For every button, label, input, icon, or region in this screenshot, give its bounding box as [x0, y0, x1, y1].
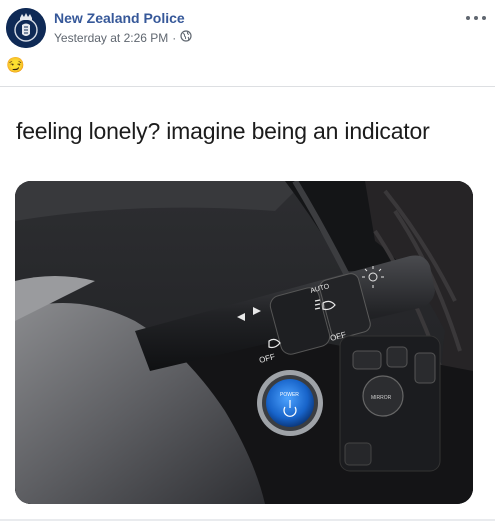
police-badge-icon — [6, 8, 46, 48]
facebook-post: New Zealand Police Yesterday at 2:26 PM … — [0, 0, 495, 521]
post-photo[interactable]: AUTO OFF OFF MIRROR POWER — [15, 181, 473, 504]
post-caption: feeling lonely? imagine being an indicat… — [16, 118, 430, 144]
power-button-label: POWER — [280, 392, 299, 398]
globe-icon[interactable] — [180, 30, 192, 45]
car-indicator-photo: AUTO OFF OFF MIRROR POWER — [15, 181, 473, 504]
meta-separator: · — [172, 30, 177, 45]
page-avatar[interactable] — [6, 8, 46, 48]
post-meta: Yesterday at 2:26 PM · — [54, 30, 192, 45]
page-name-link[interactable]: New Zealand Police — [54, 10, 185, 26]
mirror-button-label: MIRROR — [371, 395, 392, 401]
smirk-emoji: 😏 — [6, 57, 25, 74]
more-options-icon[interactable] — [466, 12, 486, 24]
post-timestamp[interactable]: Yesterday at 2:26 PM — [54, 31, 168, 45]
post-divider — [0, 86, 495, 87]
